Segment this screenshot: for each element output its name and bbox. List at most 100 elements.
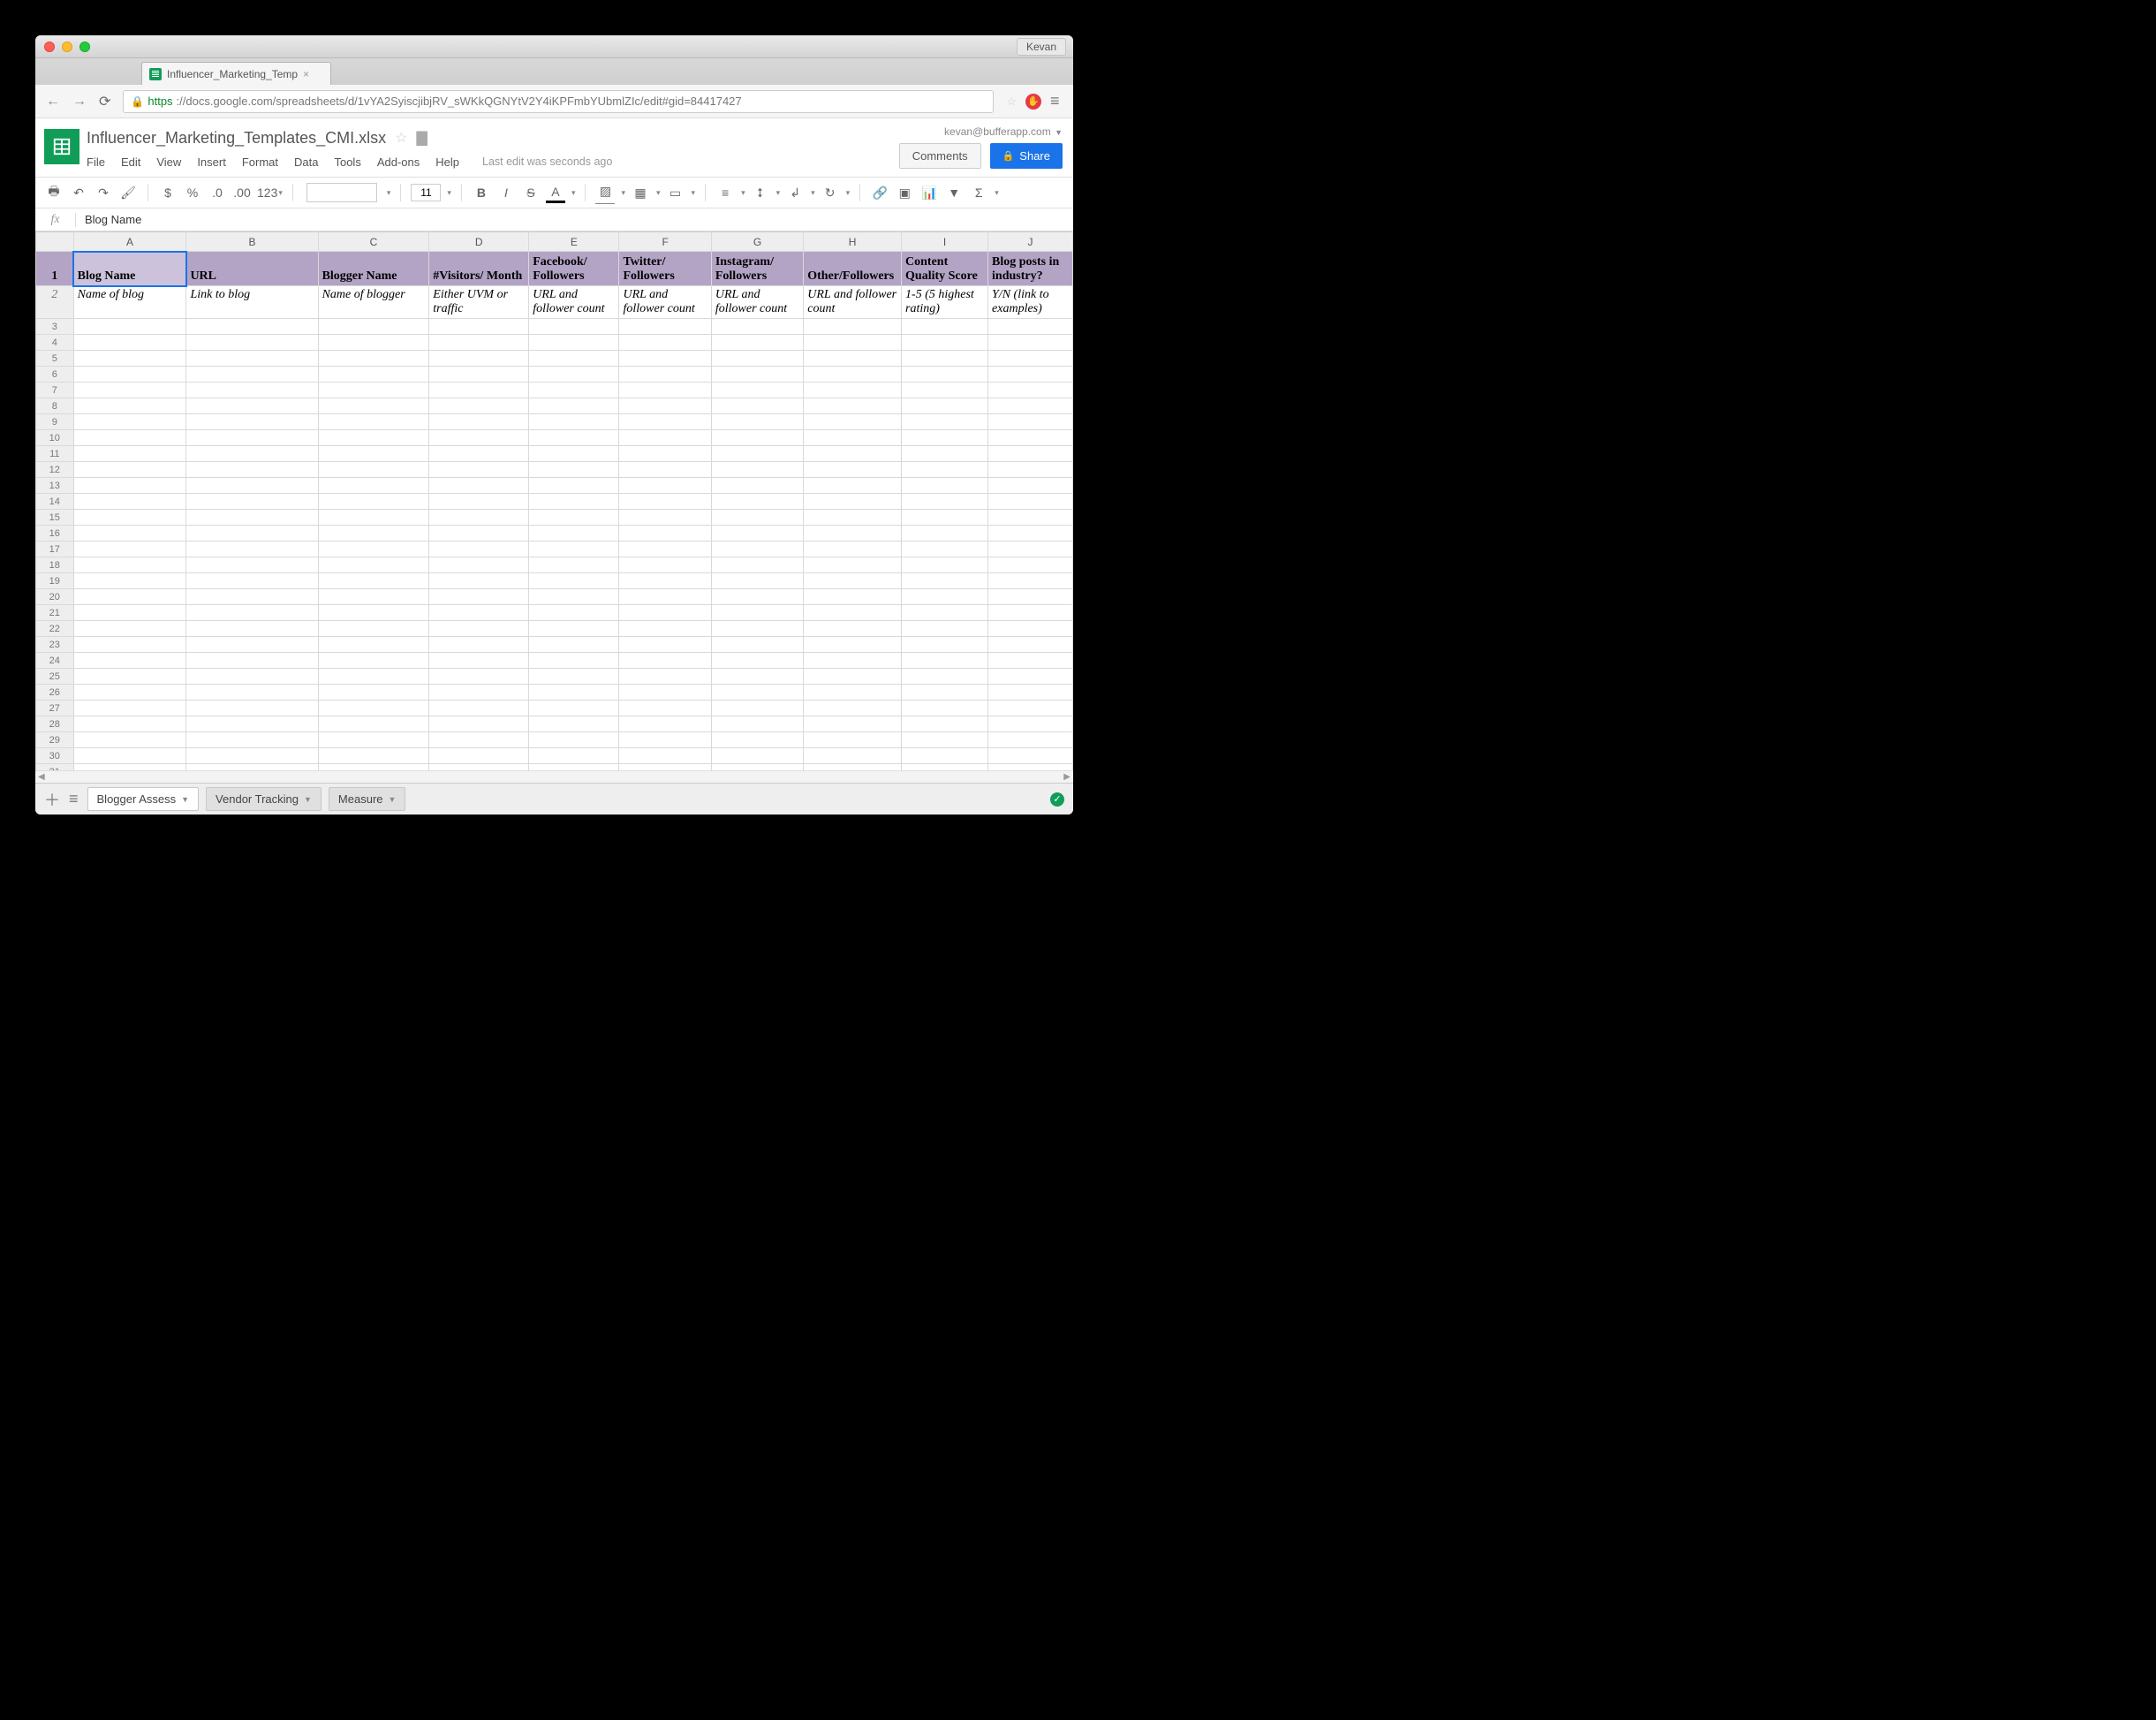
cell[interactable] xyxy=(186,462,318,478)
cell[interactable] xyxy=(73,621,186,637)
row-number[interactable]: 9 xyxy=(36,414,74,430)
chevron-down-icon[interactable]: ▼ xyxy=(389,795,397,804)
cell[interactable] xyxy=(318,430,429,446)
align-h-button[interactable]: ≡ xyxy=(715,182,735,203)
wrap-button[interactable]: ↲ xyxy=(785,182,805,203)
cell[interactable] xyxy=(902,764,988,771)
cell[interactable] xyxy=(529,732,619,748)
sheet-tab[interactable]: Blogger Assess▼ xyxy=(87,787,200,811)
cell[interactable] xyxy=(318,605,429,621)
header-cell[interactable]: #Visitors/ Month xyxy=(429,252,529,286)
cell[interactable] xyxy=(619,621,711,637)
cell[interactable] xyxy=(988,462,1073,478)
menu-tools[interactable]: Tools xyxy=(334,155,360,169)
cell[interactable] xyxy=(902,573,988,589)
fill-color-button[interactable]: ▨ xyxy=(595,182,615,203)
cell[interactable] xyxy=(318,367,429,383)
cell[interactable] xyxy=(804,494,902,510)
cell[interactable] xyxy=(711,685,803,701)
cell[interactable] xyxy=(988,732,1073,748)
cell[interactable] xyxy=(804,653,902,669)
cell[interactable]: Y/N (link to examples) xyxy=(988,286,1073,319)
cell[interactable] xyxy=(429,621,529,637)
cell[interactable] xyxy=(711,526,803,542)
cell[interactable] xyxy=(429,685,529,701)
user-email[interactable]: kevan@bufferapp.com ▼ xyxy=(899,125,1063,138)
grid-viewport[interactable]: ABCDEFGHIJ 1Blog NameURLBlogger Name#Vis… xyxy=(35,231,1073,770)
cell[interactable] xyxy=(529,557,619,573)
cell[interactable] xyxy=(318,573,429,589)
decimal-increase-icon[interactable]: .00 xyxy=(232,182,252,203)
cell[interactable] xyxy=(529,494,619,510)
cell[interactable] xyxy=(902,383,988,398)
cell[interactable] xyxy=(186,351,318,367)
cell[interactable] xyxy=(186,716,318,732)
cell[interactable] xyxy=(902,716,988,732)
cell[interactable] xyxy=(186,605,318,621)
header-cell[interactable]: Facebook/ Followers xyxy=(529,252,619,286)
cell[interactable] xyxy=(619,494,711,510)
cell[interactable] xyxy=(529,430,619,446)
cell[interactable] xyxy=(902,319,988,335)
cell[interactable] xyxy=(619,701,711,716)
cell[interactable] xyxy=(988,430,1073,446)
cell[interactable] xyxy=(711,319,803,335)
cell[interactable] xyxy=(73,542,186,557)
cell[interactable] xyxy=(73,319,186,335)
cell[interactable] xyxy=(711,748,803,764)
cell[interactable] xyxy=(73,367,186,383)
cell[interactable] xyxy=(804,383,902,398)
menu-data[interactable]: Data xyxy=(294,155,318,169)
cell[interactable] xyxy=(429,335,529,351)
cell[interactable] xyxy=(529,367,619,383)
cell[interactable] xyxy=(186,748,318,764)
back-button[interactable]: ← xyxy=(46,94,60,110)
cell[interactable] xyxy=(619,685,711,701)
cell[interactable] xyxy=(988,621,1073,637)
window-close-button[interactable] xyxy=(44,42,55,52)
cell[interactable] xyxy=(529,685,619,701)
cell[interactable] xyxy=(186,478,318,494)
menu-format[interactable]: Format xyxy=(242,155,278,169)
cell[interactable] xyxy=(186,335,318,351)
cell[interactable] xyxy=(804,701,902,716)
cell[interactable] xyxy=(318,494,429,510)
cell[interactable] xyxy=(619,414,711,430)
cell[interactable] xyxy=(988,335,1073,351)
forward-button[interactable]: → xyxy=(72,94,87,110)
cell[interactable] xyxy=(318,589,429,605)
cell[interactable] xyxy=(73,462,186,478)
cell[interactable] xyxy=(619,716,711,732)
header-cell[interactable]: Blogger Name xyxy=(318,252,429,286)
cell[interactable] xyxy=(711,383,803,398)
cell[interactable] xyxy=(988,653,1073,669)
cell[interactable]: URL and follower count xyxy=(711,286,803,319)
cell[interactable] xyxy=(902,478,988,494)
row-number[interactable]: 22 xyxy=(36,621,74,637)
cell[interactable] xyxy=(902,335,988,351)
cell[interactable] xyxy=(318,732,429,748)
row-number[interactable]: 23 xyxy=(36,637,74,653)
cell[interactable] xyxy=(711,510,803,526)
cell[interactable] xyxy=(429,589,529,605)
cell[interactable] xyxy=(73,732,186,748)
doc-title[interactable]: Influencer_Marketing_Templates_CMI.xlsx xyxy=(87,129,386,148)
header-cell[interactable]: Blog Name xyxy=(73,252,186,286)
cell[interactable] xyxy=(988,414,1073,430)
scroll-left-icon[interactable]: ◀ xyxy=(35,771,48,783)
cell[interactable] xyxy=(711,732,803,748)
cell[interactable] xyxy=(902,351,988,367)
all-sheets-button[interactable]: ≡ xyxy=(69,790,79,808)
cell[interactable] xyxy=(902,557,988,573)
header-cell[interactable]: Blog posts in industry? xyxy=(988,252,1073,286)
menu-insert[interactable]: Insert xyxy=(197,155,226,169)
cell[interactable] xyxy=(73,478,186,494)
cell[interactable] xyxy=(318,557,429,573)
cell[interactable] xyxy=(804,732,902,748)
row-number[interactable]: 21 xyxy=(36,605,74,621)
sheet-tab[interactable]: Measure▼ xyxy=(329,787,406,811)
cell[interactable] xyxy=(711,605,803,621)
cell[interactable] xyxy=(529,414,619,430)
cell[interactable] xyxy=(73,335,186,351)
cell[interactable] xyxy=(429,716,529,732)
